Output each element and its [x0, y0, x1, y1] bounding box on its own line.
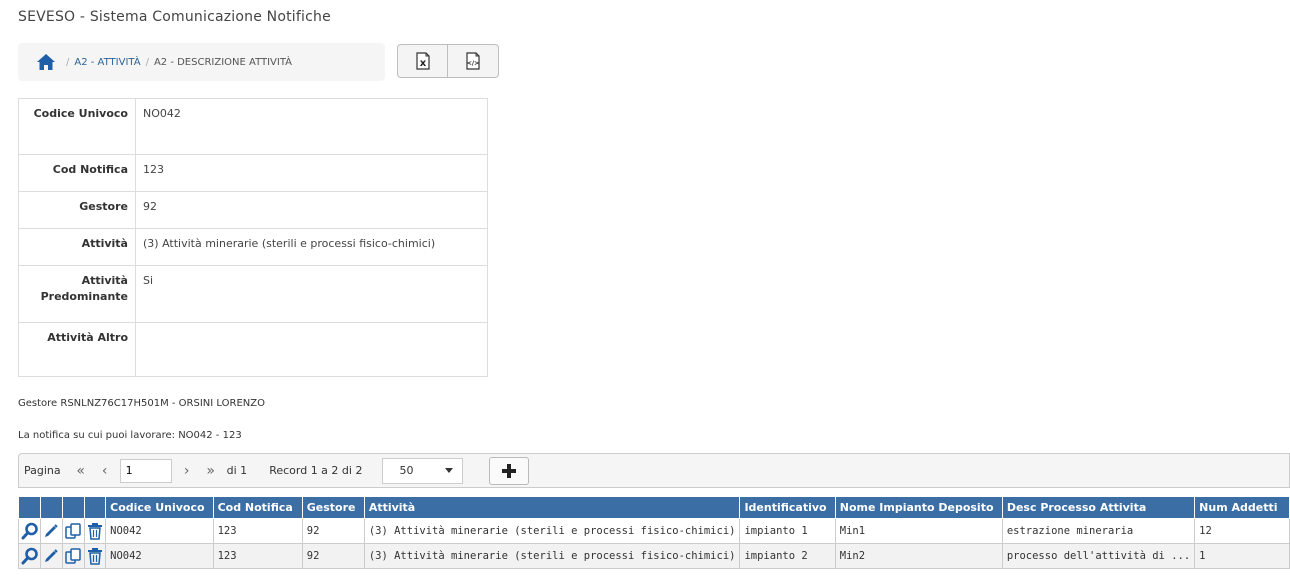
pager-label: Pagina [24, 464, 61, 477]
table-header-row: Codice Univoco Cod Notifica Gestore Atti… [17, 496, 1290, 519]
cell-nome-impianto: Min1 [834, 518, 1003, 544]
xml-export-button[interactable]: </> [448, 44, 499, 78]
action-column-header [17, 496, 42, 519]
cell-desc-processo: processo dell'attività di ... [1001, 543, 1196, 569]
table-row: NO042 123 92 (3) Attività minerarie (ste… [17, 543, 1290, 569]
export-buttons: x </> [397, 44, 499, 78]
detail-table: Codice Univoco NO042 Cod Notifica 123 Ge… [18, 98, 488, 377]
cell-gestore: 92 [301, 518, 365, 544]
copy-icon [65, 523, 82, 539]
table-row: NO042 123 92 (3) Attività minerarie (ste… [17, 518, 1290, 544]
view-action[interactable] [17, 543, 42, 569]
detail-row: Attività Altro [18, 322, 488, 377]
notifica-info: La notifica su cui puoi lavorare: NO042 … [18, 430, 242, 441]
copy-icon [65, 548, 82, 564]
excel-export-button[interactable]: x [397, 44, 448, 78]
search-icon [21, 547, 38, 565]
column-header-attivita[interactable]: Attività [363, 496, 741, 519]
column-header-gestore[interactable]: Gestore [301, 496, 365, 519]
gestore-info: Gestore RSNLNZ76C17H501M - ORSINI LORENZ… [18, 398, 265, 409]
cell-nome-impianto: Min2 [834, 543, 1003, 569]
detail-row: Cod Notifica 123 [18, 154, 488, 192]
cell-attivita: (3) Attività minerarie (sterili e proces… [363, 543, 741, 569]
page-input[interactable] [119, 458, 172, 483]
detail-row: Gestore 92 [18, 191, 488, 229]
breadcrumb-separator: / [145, 56, 149, 68]
page-size-select[interactable]: 50 [382, 457, 464, 484]
caret-down-icon [445, 467, 454, 473]
cell-cod-notifica: 123 [212, 543, 303, 569]
cell-cod-notifica: 123 [212, 518, 303, 544]
plus-icon [502, 463, 517, 478]
cell-identificativo: impianto 2 [739, 543, 836, 569]
detail-label: Attività Altro [18, 322, 136, 377]
edit-action[interactable] [40, 518, 63, 544]
cell-identificativo: impianto 1 [739, 518, 836, 544]
delete-action[interactable] [84, 543, 107, 569]
detail-value: 92 [135, 191, 488, 229]
search-icon [21, 522, 38, 540]
copy-action[interactable] [61, 543, 86, 569]
action-column-header [61, 496, 86, 519]
view-action[interactable] [17, 518, 42, 544]
cell-codice-univoco: NO042 [105, 518, 214, 544]
app-title: SEVESO - Sistema Comunicazione Notifiche [18, 9, 331, 25]
column-header-codice-univoco[interactable]: Codice Univoco [105, 496, 214, 519]
cell-desc-processo: estrazione mineraria [1001, 518, 1196, 544]
delete-action[interactable] [84, 518, 107, 544]
copy-action[interactable] [61, 518, 86, 544]
breadcrumb-item-descrizione: A2 - DESCRIZIONE ATTIVITÀ [153, 56, 293, 68]
trash-icon [88, 523, 103, 540]
detail-value: (3) Attività minerarie (sterili e proces… [135, 228, 488, 266]
trash-icon [88, 548, 103, 565]
detail-label: Cod Notifica [18, 154, 136, 192]
column-header-desc-processo[interactable]: Desc Processo Attivita [1001, 496, 1196, 519]
detail-row: Attività Predominante Si [18, 265, 488, 323]
page-size-value: 50 [399, 464, 414, 477]
detail-value: NO042 [135, 98, 488, 155]
results-table: Codice Univoco Cod Notifica Gestore Atti… [17, 496, 1290, 569]
cell-num-addetti: 12 [1194, 518, 1290, 544]
detail-label: Attività [18, 228, 136, 266]
cell-attivita: (3) Attività minerarie (sterili e proces… [363, 518, 741, 544]
detail-row: Attività (3) Attività minerarie (sterili… [18, 228, 488, 266]
svg-text:</>: </> [467, 60, 479, 67]
cell-codice-univoco: NO042 [105, 543, 214, 569]
cell-num-addetti: 1 [1194, 543, 1290, 569]
svg-text:x: x [419, 58, 426, 69]
excel-export-icon: x [415, 52, 430, 70]
column-header-num-addetti[interactable]: Num Addetti [1194, 496, 1290, 519]
next-page-button[interactable]: › [175, 460, 199, 482]
pager: Pagina « ‹ › » di 1 Record 1 a 2 di 2 50 [18, 453, 1290, 488]
detail-label: Gestore [18, 191, 136, 229]
detail-label: Codice Univoco [18, 98, 136, 155]
detail-row: Codice Univoco NO042 [18, 98, 488, 155]
home-icon[interactable] [36, 53, 56, 71]
column-header-identificativo[interactable]: Identificativo [739, 496, 836, 519]
breadcrumb-item-attivita[interactable]: A2 - ATTIVITÀ [74, 57, 140, 68]
edit-action[interactable] [40, 543, 63, 569]
cell-gestore: 92 [301, 543, 365, 569]
detail-value: Si [135, 265, 488, 323]
page-count: di 1 [226, 464, 248, 477]
pencil-icon [45, 524, 59, 537]
detail-value [135, 322, 488, 377]
column-header-nome-impianto[interactable]: Nome Impianto Deposito [834, 496, 1003, 519]
action-column-header [84, 496, 107, 519]
breadcrumb: / A2 - ATTIVITÀ / A2 - DESCRIZIONE ATTIV… [18, 43, 385, 81]
pencil-icon [45, 549, 59, 562]
xml-export-icon: </> [466, 52, 480, 70]
breadcrumb-separator: / [66, 56, 70, 68]
prev-page-button[interactable]: ‹ [93, 460, 117, 482]
add-button[interactable] [489, 456, 530, 485]
column-header-cod-notifica[interactable]: Cod Notifica [212, 496, 303, 519]
first-page-button[interactable]: « [69, 460, 93, 482]
detail-value: 123 [135, 154, 488, 192]
action-column-header [40, 496, 63, 519]
record-count: Record 1 a 2 di 2 [269, 464, 363, 477]
last-page-button[interactable]: » [199, 460, 223, 482]
detail-label: Attività Predominante [18, 265, 136, 323]
